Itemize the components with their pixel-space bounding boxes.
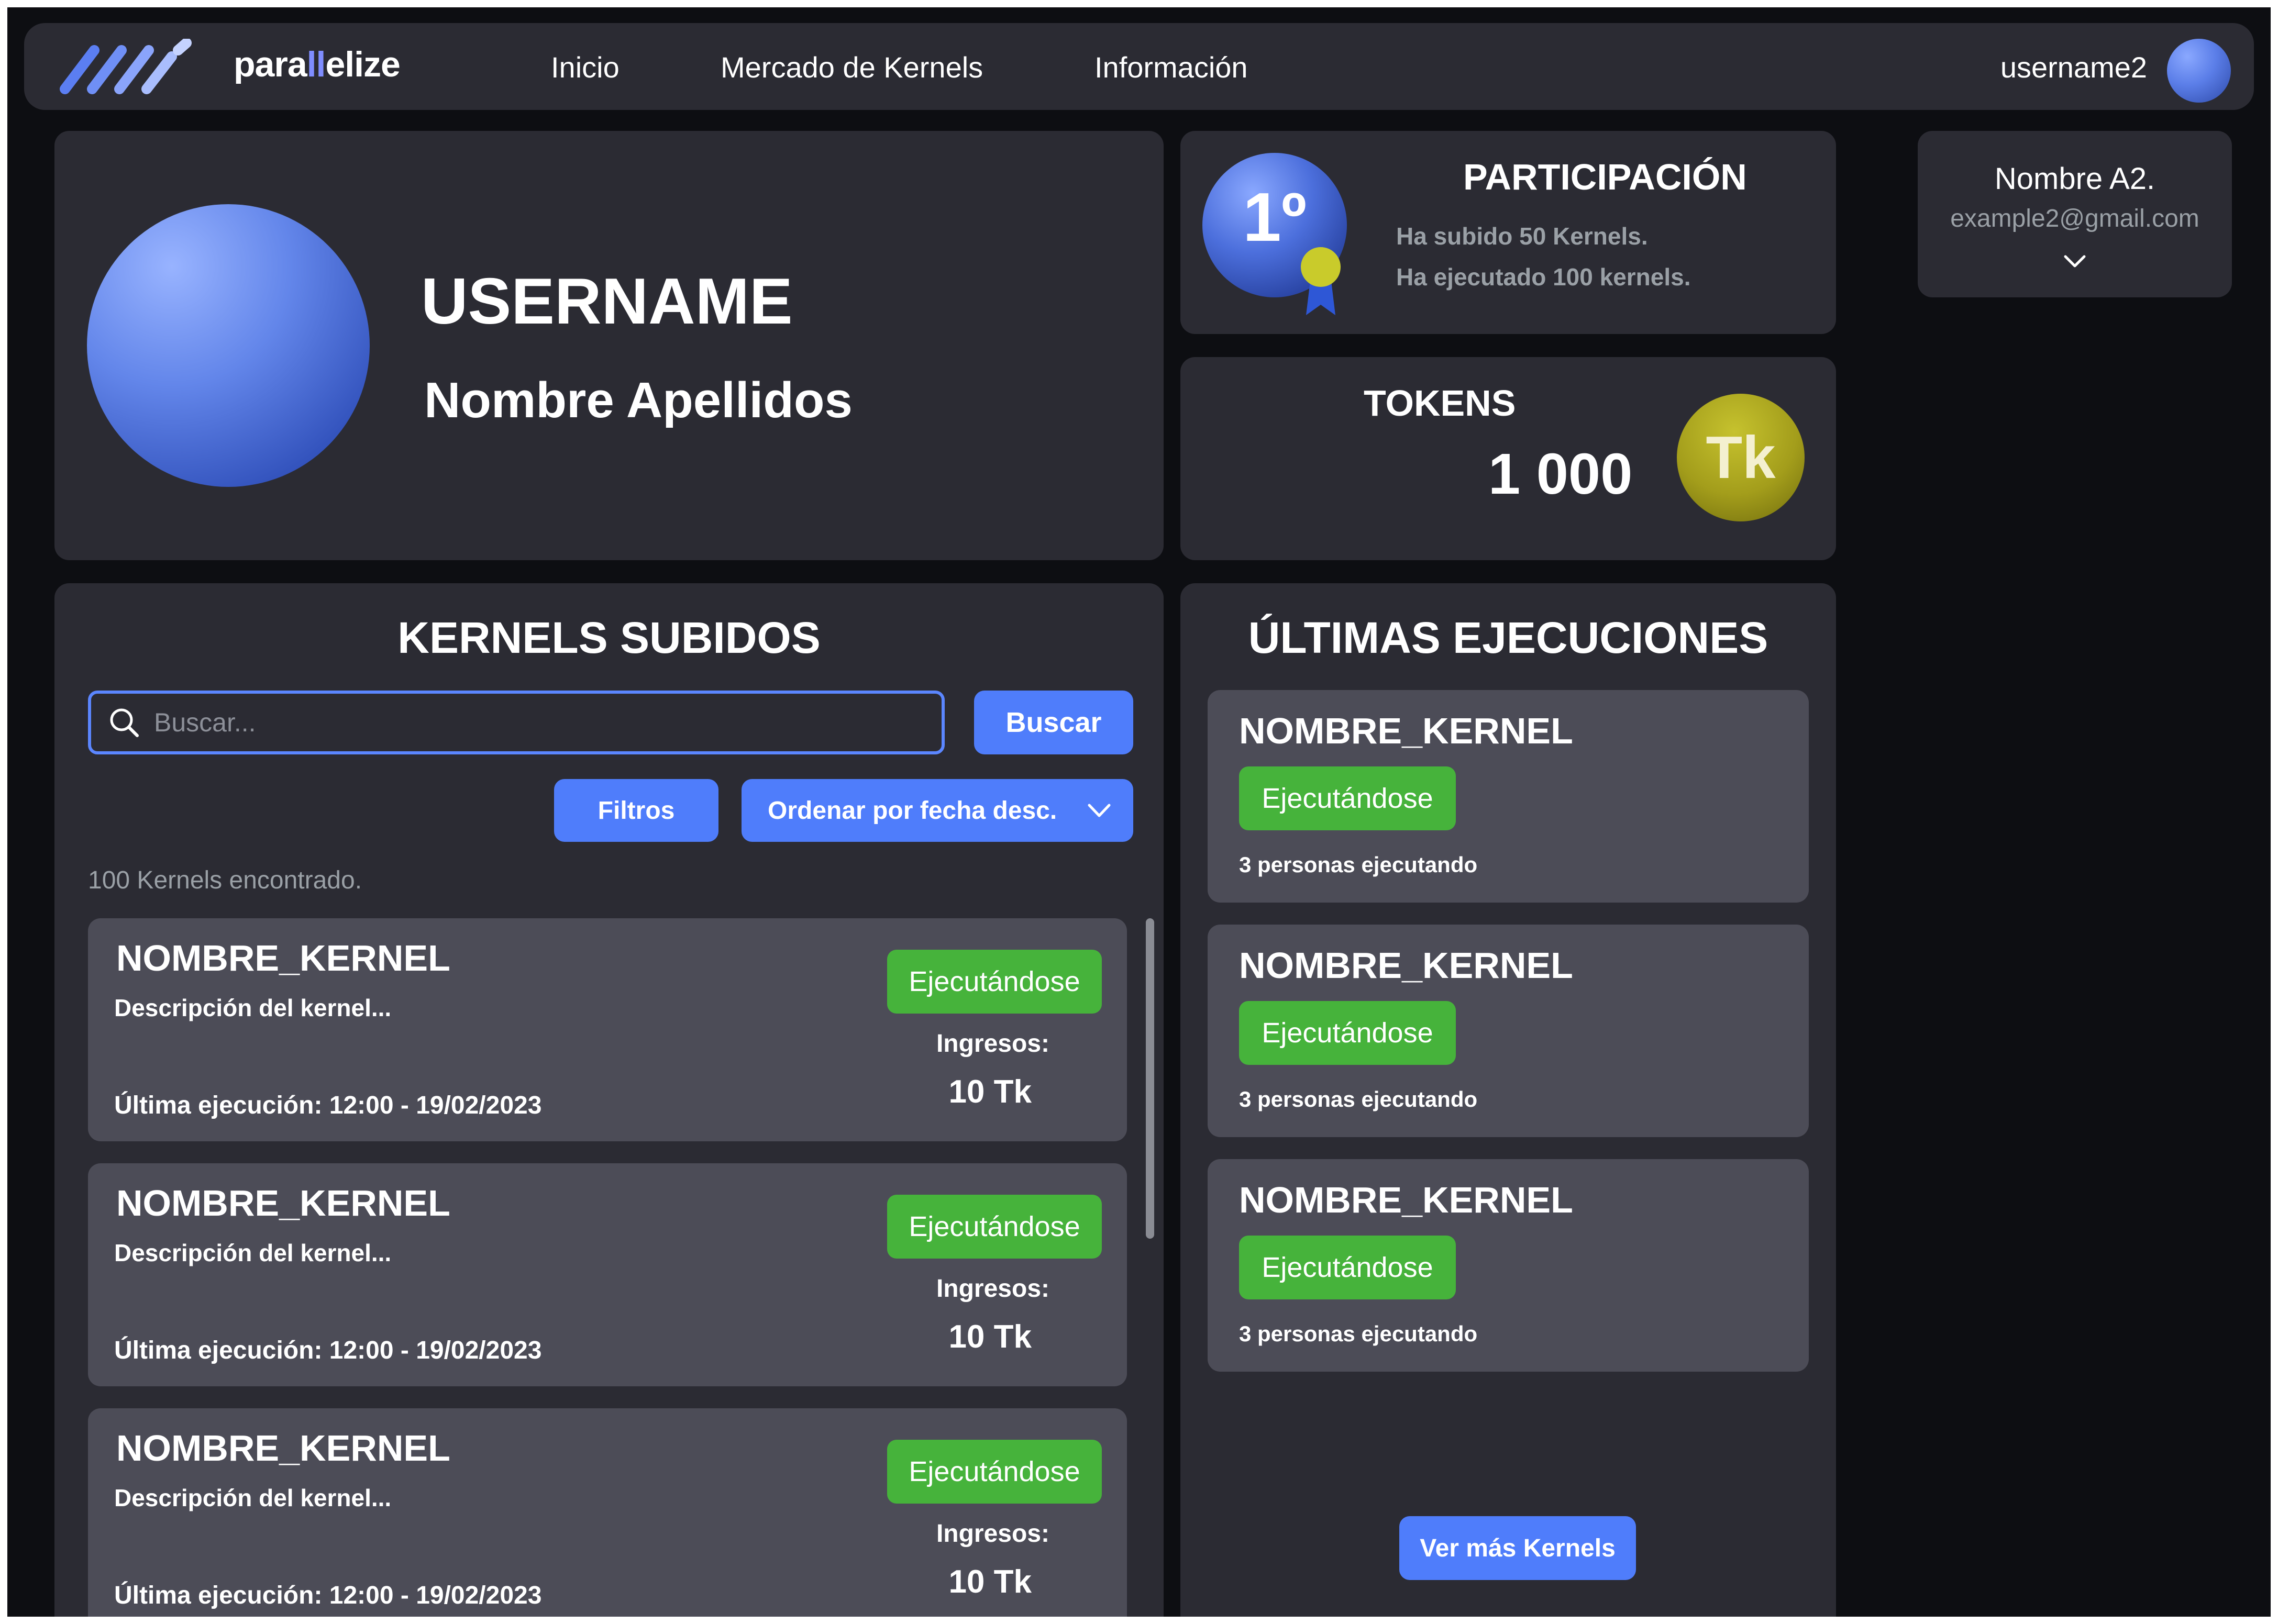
nav-username[interactable]: username2 [2000,50,2147,84]
logo-stripes-icon [60,39,192,94]
income-value: 10 Tk [948,1564,1032,1600]
nav-avatar[interactable] [2167,39,2231,103]
kernel-last-run: Última ejecución: 12:00 - 19/02/2023 [114,1337,542,1364]
filters-button[interactable]: Filtros [554,779,718,842]
chevron-down-icon[interactable] [2062,252,2087,269]
tokens-value: 1 000 [1488,442,1633,506]
participation-title: PARTICIPACIÓN [1463,157,1747,197]
executed-count-text: Ha ejecutado 100 kernels. [1396,263,1691,291]
status-badge: Ejecutándose [1239,1001,1456,1065]
status-badge: Ejecutándose [887,1440,1102,1504]
income-value: 10 Tk [948,1074,1032,1110]
token-coin-icon: Tk [1677,394,1805,521]
search-box[interactable] [88,691,945,754]
tokens-panel: TOKENS 1 000 Tk [1180,357,1836,560]
kernel-last-run: Última ejecución: 12:00 - 19/02/2023 [114,1092,542,1119]
execution-card[interactable]: NOMBRE_KERNEL Ejecutándose 3 personas ej… [1208,925,1809,1137]
income-value: 10 Tk [948,1319,1032,1355]
kernel-description: Descripción del kernel... [114,994,392,1021]
profile-username: USERNAME [421,265,793,338]
result-count: 100 Kernels encontrado. [88,866,362,894]
tokens-title: TOKENS [1364,383,1516,424]
kernel-name: NOMBRE_KERNEL [1239,945,1573,986]
kernels-scrollbar[interactable] [1146,918,1154,1239]
uploaded-kernels-panel: KERNELS SUBIDOS Buscar Filtros Ordenar p… [54,583,1164,1617]
account-dropdown[interactable]: Nombre A2. example2@gmail.com [1918,131,2232,297]
profile-avatar [87,204,370,487]
app-frame: parallelize Inicio Mercado de Kernels In… [7,7,2271,1617]
kernel-card[interactable]: NOMBRE_KERNEL Descripción del kernel... … [88,918,1127,1141]
income-label: Ingresos: [936,1275,1049,1303]
recent-executions-title: ÚLTIMAS EJECUCIONES [1248,613,1768,662]
kernel-name: NOMBRE_KERNEL [116,1428,450,1469]
chevron-down-icon [1088,804,1111,817]
income-label: Ingresos: [936,1520,1049,1548]
brand-logo[interactable]: parallelize [234,44,401,85]
nav-link-inicio[interactable]: Inicio [551,50,620,84]
status-badge: Ejecutándose [1239,1236,1456,1299]
sort-selected-value: Ordenar por fecha desc. [768,796,1057,825]
kernel-card[interactable]: NOMBRE_KERNEL Descripción del kernel... … [88,1408,1127,1617]
kernel-name: NOMBRE_KERNEL [116,938,450,978]
kernel-name: NOMBRE_KERNEL [1239,1180,1573,1220]
profile-full-name: Nombre Apellidos [424,372,853,428]
uploaded-kernels-title: KERNELS SUBIDOS [397,613,821,662]
account-name: Nombre A2. [1994,162,2155,196]
people-running-text: 3 personas ejecutando [1239,852,1478,877]
nav-link-info[interactable]: Información [1094,50,1248,84]
status-badge: Ejecutándose [887,1195,1102,1259]
profile-panel: USERNAME Nombre Apellidos [54,131,1164,560]
kernel-description: Descripción del kernel... [114,1239,392,1266]
income-label: Ingresos: [936,1030,1049,1058]
sort-select[interactable]: Ordenar por fecha desc. [742,779,1133,842]
kernel-name: NOMBRE_KERNEL [1239,710,1573,751]
participation-panel: 1º PARTICIPACIÓN Ha subido 50 Kernels. H… [1180,131,1836,334]
execution-card[interactable]: NOMBRE_KERNEL Ejecutándose 3 personas ej… [1208,690,1809,903]
account-email: example2@gmail.com [1950,205,2199,232]
kernel-name: NOMBRE_KERNEL [116,1183,450,1223]
uploaded-count-text: Ha subido 50 Kernels. [1396,223,1648,250]
people-running-text: 3 personas ejecutando [1239,1321,1478,1346]
recent-executions-panel: ÚLTIMAS EJECUCIONES NOMBRE_KERNEL Ejecut… [1180,583,1836,1617]
rank-number: 1º [1243,179,1307,255]
search-icon [110,708,139,737]
top-navbar: parallelize Inicio Mercado de Kernels In… [24,23,2254,110]
status-badge: Ejecutándose [887,950,1102,1014]
nav-link-kernel-market[interactable]: Mercado de Kernels [721,50,983,84]
kernel-last-run: Última ejecución: 12:00 - 19/02/2023 [114,1582,542,1609]
execution-card[interactable]: NOMBRE_KERNEL Ejecutándose 3 personas ej… [1208,1159,1809,1372]
status-badge: Ejecutándose [1239,766,1456,830]
rank-medal-icon: 1º [1202,153,1347,315]
see-more-kernels-button[interactable]: Ver más Kernels [1399,1516,1636,1580]
search-input[interactable] [154,694,929,751]
kernel-card[interactable]: NOMBRE_KERNEL Descripción del kernel... … [88,1163,1127,1386]
kernel-description: Descripción del kernel... [114,1484,392,1511]
search-button[interactable]: Buscar [974,691,1133,754]
people-running-text: 3 personas ejecutando [1239,1087,1478,1111]
